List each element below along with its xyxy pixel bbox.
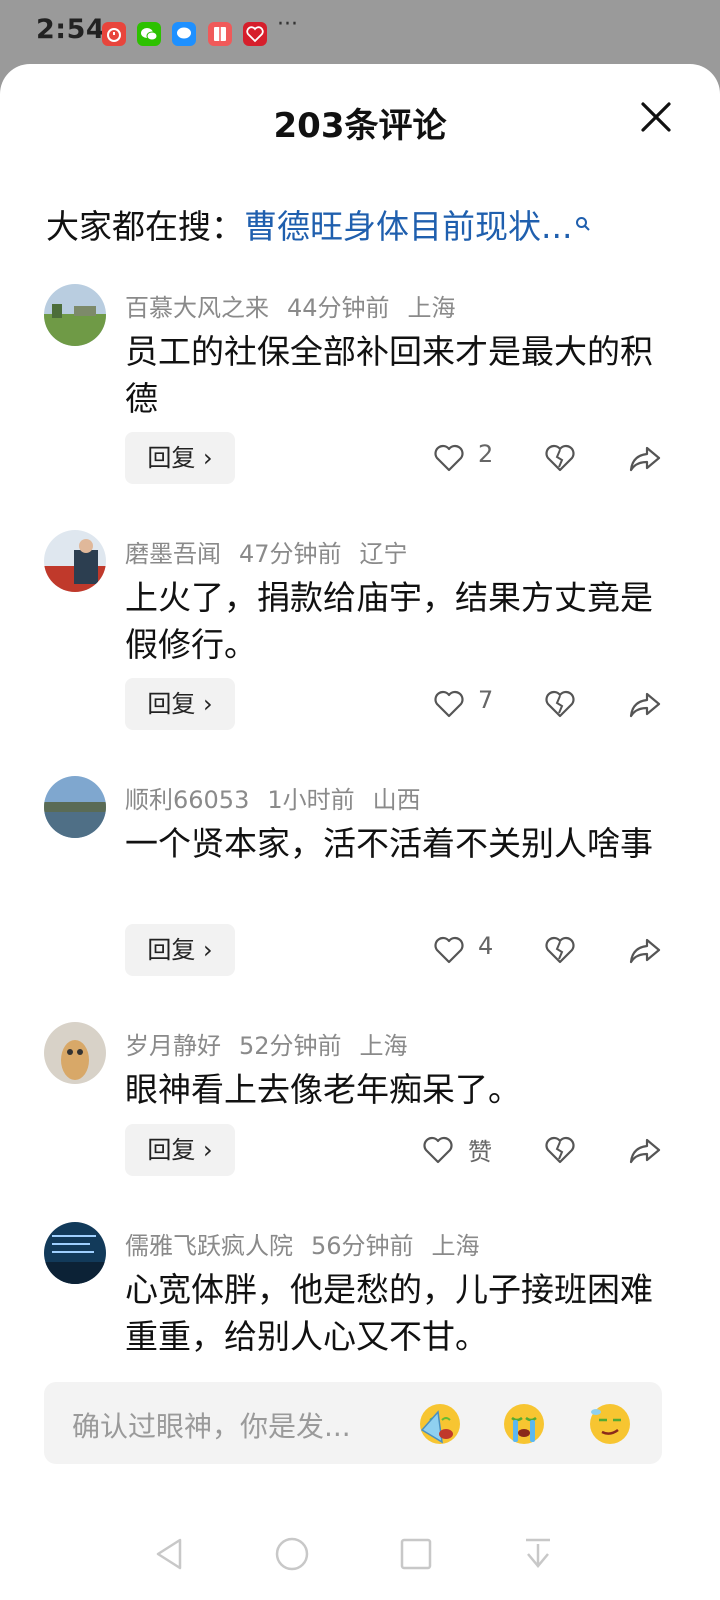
comment-username[interactable]: 岁月静好 <box>125 1032 221 1060</box>
dislike-icon[interactable] <box>543 688 577 720</box>
comment-time: 47分钟前 <box>239 540 342 568</box>
comment-meta: 百慕大风之来 44分钟前 上海 <box>125 288 474 323</box>
comment-item: 顺利66053 1小时前 山西 一个贤本家，活不活着不关别人啥事 回复 › 4 <box>0 776 720 986</box>
trending-search-link[interactable]: 曹德旺身体目前现状... <box>244 207 572 246</box>
reply-button[interactable]: 回复 › <box>125 678 235 730</box>
comment-actions: 回复 › 4 <box>0 924 720 976</box>
like-icon[interactable] <box>432 688 466 720</box>
comment-time: 56分钟前 <box>311 1232 414 1260</box>
comment-meta: 磨墨吾闻 47分钟前 辽宁 <box>125 534 426 569</box>
status-time: 2:54 <box>36 14 106 45</box>
like-count: 7 <box>478 686 494 714</box>
heart-app-icon <box>243 22 267 46</box>
like-count: 4 <box>478 932 494 960</box>
comment-location: 上海 <box>359 1032 408 1060</box>
status-bar: 2:54 ··· <box>0 0 720 66</box>
comment-username[interactable]: 百慕大风之来 <box>125 294 269 322</box>
comment-username[interactable]: 儒雅飞跃疯人院 <box>125 1232 293 1260</box>
share-icon[interactable] <box>627 688 663 720</box>
reply-button[interactable]: 回复 › <box>125 924 235 976</box>
comment-username[interactable]: 顺利66053 <box>125 786 249 814</box>
like-count: 赞 <box>468 1138 492 1166</box>
home-icon[interactable] <box>272 1534 312 1574</box>
avatar[interactable] <box>44 284 106 346</box>
crying-fan-emoji[interactable] <box>416 1400 464 1448</box>
comment-meta: 岁月静好 52分钟前 上海 <box>125 1026 426 1061</box>
comment-actions: 回复 › 2 <box>0 432 720 484</box>
comment-input[interactable]: 确认过眼神，你是发... <box>72 1405 351 1445</box>
back-icon[interactable] <box>150 1534 190 1574</box>
comment-meta: 顺利66053 1小时前 山西 <box>125 780 439 815</box>
reader-app-icon <box>208 22 232 46</box>
like-icon[interactable] <box>432 934 466 966</box>
comment-time: 52分钟前 <box>239 1032 342 1060</box>
trending-search[interactable]: 大家都在搜：曹德旺身体目前现状... <box>46 200 592 248</box>
comment-location: 山西 <box>372 786 421 814</box>
comment-time: 1小时前 <box>267 786 355 814</box>
share-icon[interactable] <box>627 934 663 966</box>
comment-location: 辽宁 <box>359 540 408 568</box>
recents-icon[interactable] <box>396 1534 436 1574</box>
comment-location: 上海 <box>407 294 456 322</box>
avatar[interactable] <box>44 776 106 838</box>
comment-text: 员工的社保全部补回来才是最大的积德 <box>125 332 653 418</box>
share-icon[interactable] <box>627 442 663 474</box>
comment-actions: 回复 › 赞 <box>0 1124 720 1176</box>
comment-item: 百慕大风之来 44分钟前 上海 员工的社保全部补回来才是最大的积德 回复 › 2 <box>0 284 720 494</box>
comment-actions: 回复 › 7 <box>0 678 720 730</box>
reply-button[interactable]: 回复 › <box>125 432 235 484</box>
system-nav-bar <box>0 1504 720 1600</box>
wechat-icon <box>137 22 161 46</box>
comment-location: 上海 <box>431 1232 480 1260</box>
comments-sheet: 203条评论 大家都在搜：曹德旺身体目前现状... 百慕大风之来 44分钟前 上海 … <box>0 64 720 1600</box>
dislike-icon[interactable] <box>543 1134 577 1166</box>
dislike-icon[interactable] <box>543 442 577 474</box>
more-notifications-indicator: ··· <box>277 12 298 37</box>
avatar[interactable] <box>44 1022 106 1084</box>
comment-text: 一个贤本家，活不活着不关别人啥事 <box>125 824 653 863</box>
trending-search-label: 大家都在搜： <box>46 207 244 246</box>
comment-input-bar[interactable]: 确认过眼神，你是发... <box>44 1382 662 1464</box>
crying-emoji[interactable] <box>500 1400 548 1448</box>
notification-shade-icon[interactable] <box>518 1534 558 1574</box>
search-icon <box>574 202 592 241</box>
message-app-icon <box>172 22 196 46</box>
reply-button[interactable]: 回复 › <box>125 1124 235 1176</box>
like-count: 2 <box>478 440 494 468</box>
avatar[interactable] <box>44 530 106 592</box>
comment-item: 儒雅飞跃疯人院 56分钟前 上海 心宽体胖，他是愁的，儿子接班困难重重，给别人心又不… <box>0 1222 720 1362</box>
comments-title: 203条评论 <box>273 106 447 146</box>
comment-username[interactable]: 磨墨吾闻 <box>125 540 221 568</box>
like-icon[interactable] <box>432 442 466 474</box>
comment-text: 眼神看上去像老年痴呆了。 <box>125 1070 521 1109</box>
like-icon[interactable] <box>421 1134 455 1166</box>
comment-meta: 儒雅飞跃疯人院 56分钟前 上海 <box>125 1226 498 1261</box>
smirk-emoji[interactable] <box>586 1400 634 1448</box>
comment-item: 岁月静好 52分钟前 上海 眼神看上去像老年痴呆了。 回复 › 赞 <box>0 1022 720 1182</box>
comment-text: 上火了，捐款给庙宇，结果方丈竟是假修行。 <box>125 578 653 664</box>
comment-time: 44分钟前 <box>287 294 390 322</box>
dislike-icon[interactable] <box>543 934 577 966</box>
alarm-app-icon <box>102 22 126 46</box>
comment-item: 磨墨吾闻 47分钟前 辽宁 上火了，捐款给庙宇，结果方丈竟是假修行。 回复 › 7 <box>0 530 720 740</box>
avatar[interactable] <box>44 1222 106 1284</box>
comment-text: 心宽体胖，他是愁的，儿子接班困难重重，给别人心又不甘。 <box>125 1270 653 1356</box>
close-icon[interactable] <box>637 98 675 136</box>
share-icon[interactable] <box>627 1134 663 1166</box>
